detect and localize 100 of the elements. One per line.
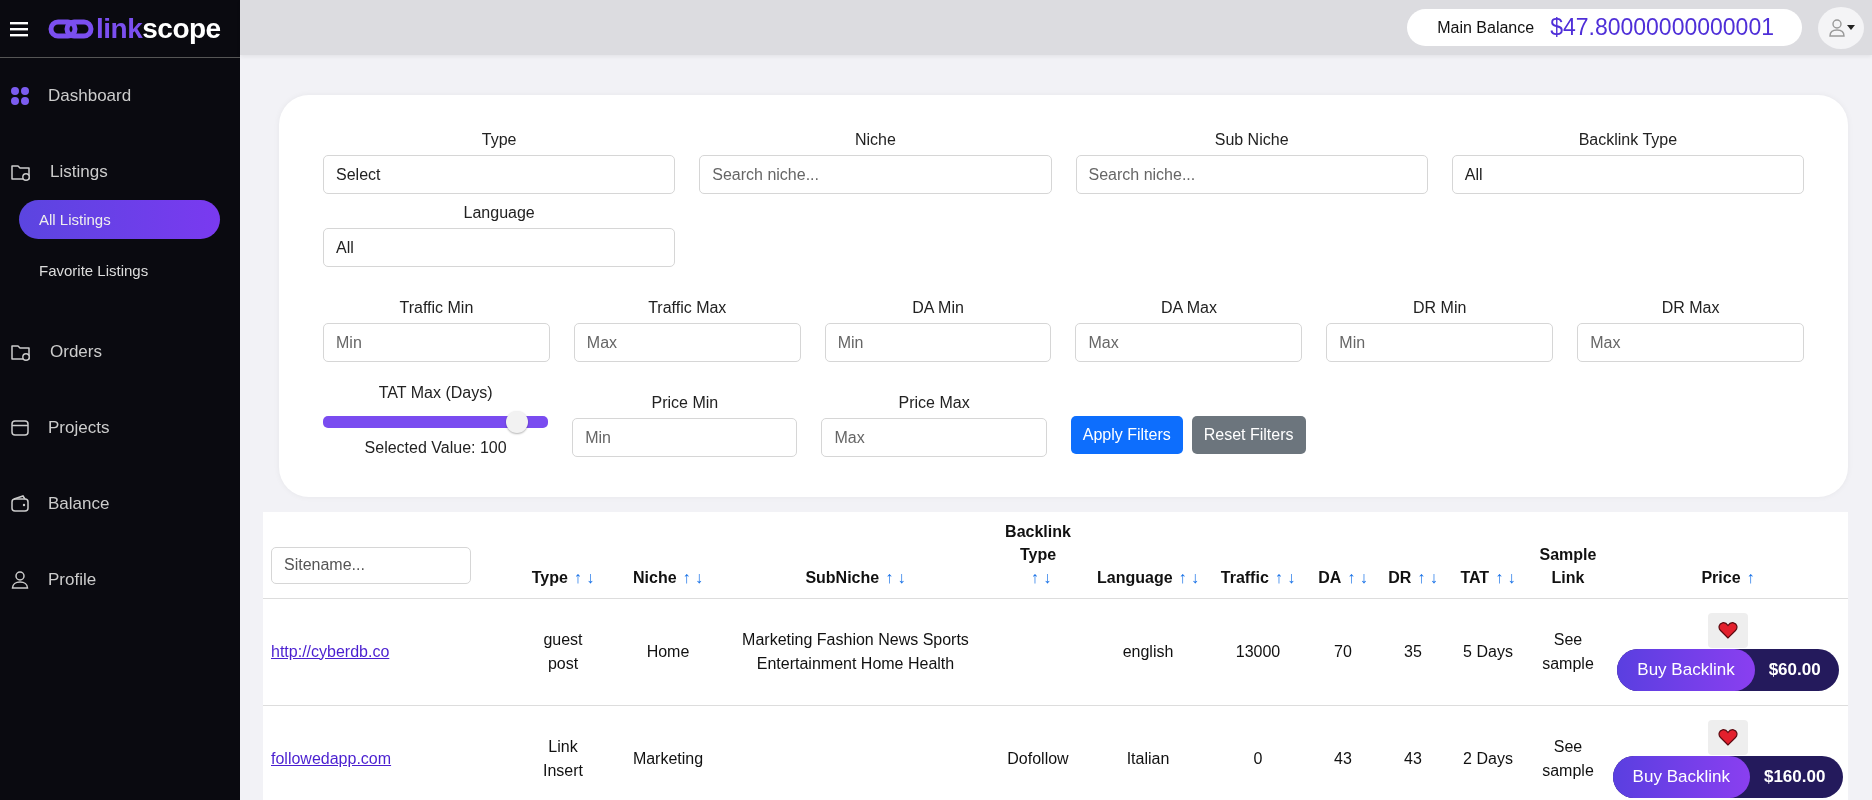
table-cell-text: 43 (1404, 748, 1422, 769)
input-field[interactable]: Max (1577, 323, 1804, 362)
sidebar-item[interactable]: Balance (0, 466, 240, 542)
field-label: DR Max (1660, 298, 1721, 317)
table-cell-text: Dofollow (1007, 748, 1069, 769)
apply-button[interactable]: Apply Filters (1070, 415, 1183, 454)
slider-thumb[interactable] (505, 411, 528, 433)
table-cell-text: Italian (1126, 748, 1170, 769)
column-header: DA (1318, 568, 1342, 589)
column-header: TAT (1460, 568, 1490, 589)
sidebar-subitem[interactable]: Favorite Listings (19, 251, 220, 290)
input-field[interactable]: Max (821, 418, 1047, 457)
column-header: Type (531, 568, 568, 589)
column-header: Traffic (1220, 568, 1269, 589)
field-label: Language (462, 203, 536, 222)
input-field[interactable]: Search niche... (1075, 155, 1428, 194)
input-field[interactable]: Max (1075, 323, 1303, 362)
field-label: Traffic Max (647, 298, 728, 317)
column-header: Language (1097, 568, 1173, 589)
price-text: $60.00 (1767, 658, 1822, 681)
window-icon (10, 418, 30, 438)
field-label: DR Min (1412, 298, 1468, 317)
select-field[interactable]: All (1451, 155, 1804, 194)
reset-button[interactable]: Reset Filters (1191, 415, 1306, 454)
sort-arrows[interactable]: ↑ ↓ (1274, 569, 1296, 587)
favorite-button[interactable] (1708, 719, 1748, 755)
balance-label: Main Balance (1437, 18, 1535, 37)
field-label: DA Max (1159, 298, 1218, 317)
table-cell-text: english (1122, 641, 1174, 662)
sidebar-item[interactable]: Projects (0, 390, 240, 466)
field-label: Type (480, 130, 518, 149)
table-cell-text: Marketing (632, 748, 704, 769)
caret-icon (1847, 25, 1855, 30)
wallet-icon (10, 494, 30, 514)
sort-arrows[interactable]: ↑ ↓ (1495, 569, 1516, 587)
field-label: Traffic Min (398, 298, 475, 317)
table-cell-text: Marketing Fashion News Sports Entertainment Home Health (741, 629, 970, 674)
sort-arrows[interactable]: ↑ ↓ (1417, 569, 1438, 587)
input-field[interactable]: Min (1326, 323, 1554, 362)
sidebar-subitem[interactable]: All Listings (19, 200, 220, 239)
field-label: DA Min (911, 298, 965, 317)
table-cell-text: 43 (1334, 748, 1352, 769)
column-header: Sample Link (1538, 545, 1598, 589)
select-field[interactable]: All (323, 228, 676, 267)
search-field[interactable]: Sitename... (271, 546, 471, 584)
sidebar-item[interactable]: Profile (0, 542, 240, 618)
slider[interactable] (323, 411, 549, 433)
table-cell-text: 5 Days (1463, 641, 1513, 662)
table-cell-text: guest post (542, 629, 584, 674)
buy-button[interactable]: Buy Backlink (1612, 755, 1750, 798)
price-text: $160.00 (1762, 765, 1827, 788)
grid-dots-icon (10, 86, 30, 106)
sample-link[interactable]: See sample (1532, 734, 1604, 783)
field-label: Niche (853, 130, 897, 149)
table-cell-text: 0 (1253, 748, 1263, 769)
select-field[interactable]: Select (323, 155, 676, 194)
sort-arrows[interactable]: ↑ ↓ (573, 569, 595, 587)
column-header: SubNiche (805, 568, 880, 589)
sidebar-item[interactable]: Dashboard (0, 58, 240, 134)
table-cell-text: Home (646, 641, 690, 662)
slider-value-text: Selected Value: 100 (363, 439, 508, 457)
sort-arrows[interactable]: ↑ (1746, 569, 1755, 587)
table-cell-text: 2 Days (1463, 748, 1513, 769)
column-header: Niche (633, 568, 677, 589)
sort-arrows[interactable]: ↑ ↓ (682, 569, 703, 587)
sort-arrows[interactable]: ↑ ↓ (885, 569, 906, 587)
table-cell-text: Link Insert (542, 736, 584, 781)
user-icon (1827, 17, 1847, 38)
field-label: Price Min (650, 393, 720, 412)
logo-text: linkscope (96, 12, 221, 45)
favorite-button[interactable] (1708, 612, 1748, 648)
sample-link[interactable]: See sample (1532, 627, 1604, 676)
sort-arrows[interactable]: ↑ ↓ (1347, 569, 1368, 587)
table-cell-text: 35 (1404, 641, 1422, 662)
column-header: DR (1388, 568, 1412, 589)
sort-arrows[interactable]: ↑ ↓ (1030, 569, 1052, 587)
input-field[interactable]: Min (824, 323, 1052, 362)
table-cell-text: 70 (1334, 641, 1352, 662)
folder-icon (10, 162, 32, 182)
balance-value: $47.80000000000001 (1550, 14, 1774, 41)
field-label: TAT Max (Days) (377, 384, 494, 402)
menu-icon[interactable] (10, 20, 28, 37)
input-field[interactable]: Search niche... (699, 155, 1052, 194)
sidebar-item[interactable]: Orders (0, 314, 240, 390)
field-label: Backlink Type (1577, 130, 1679, 149)
table-cell-text: 13000 (1235, 641, 1281, 662)
input-field[interactable]: Min (572, 418, 798, 457)
input-field[interactable]: Max (573, 323, 801, 362)
column-header: Backlink Type (1004, 522, 1072, 566)
sort-arrows[interactable]: ↑ ↓ (1178, 569, 1199, 587)
input-field[interactable]: Min (323, 323, 550, 362)
user-icon (10, 570, 30, 590)
folder-icon (10, 342, 32, 362)
heart-icon (1718, 728, 1738, 747)
buy-button[interactable]: Buy Backlink (1617, 648, 1755, 691)
field-label: Price Max (897, 393, 971, 412)
column-header: Price (1701, 568, 1741, 589)
site-link[interactable]: followedapp.com (271, 749, 392, 767)
site-link[interactable]: http://cyberdb.co (271, 642, 390, 660)
field-label: Sub Niche (1213, 130, 1290, 149)
